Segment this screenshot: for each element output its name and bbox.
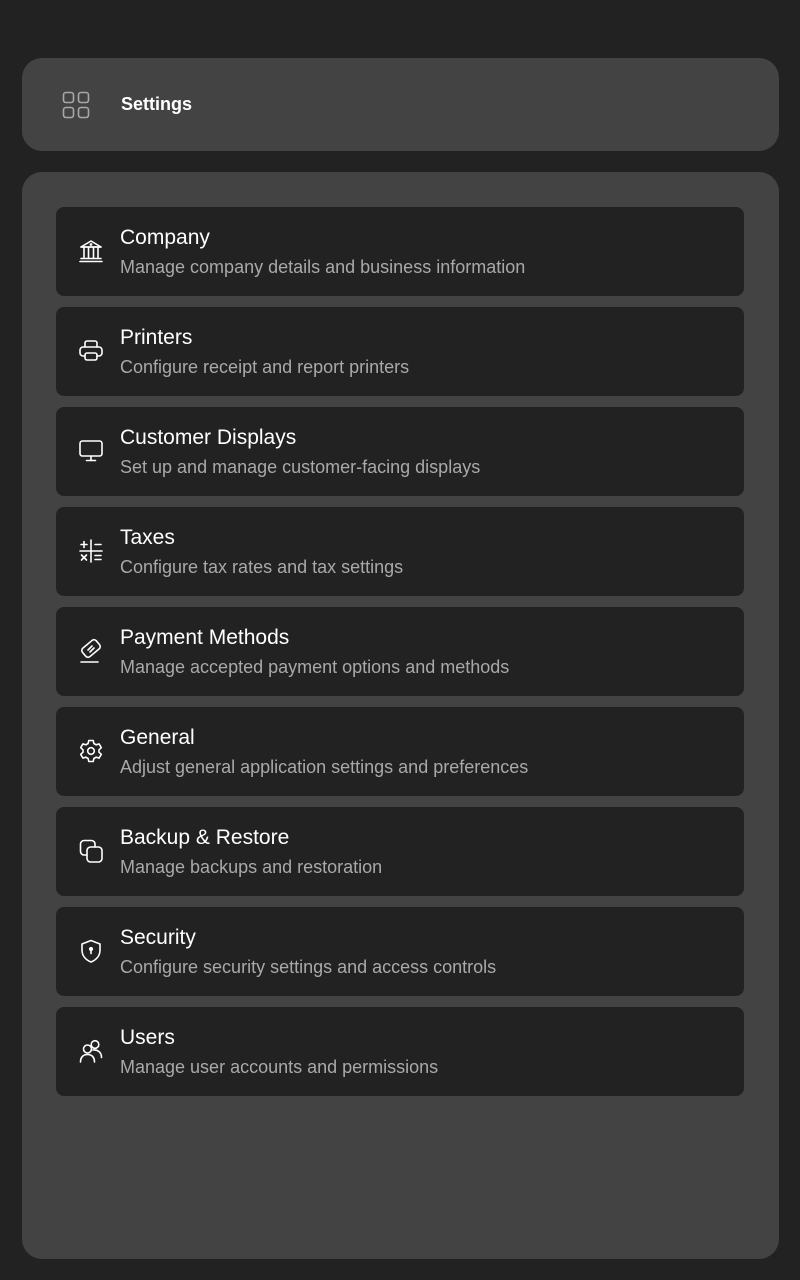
item-title: Printers: [120, 326, 193, 349]
item-description: Manage backups and restoration: [120, 857, 383, 877]
item-title: Company: [120, 226, 210, 249]
item-title: General: [120, 726, 195, 749]
monitor-icon: [78, 438, 104, 464]
payment-icon: [78, 638, 104, 664]
grid-icon: [62, 91, 90, 119]
item-title: Backup & Restore: [120, 826, 290, 849]
header-bar: Settings: [22, 58, 779, 151]
settings-item-general[interactable]: General Adjust general application setti…: [56, 707, 744, 796]
page-title: Settings: [121, 94, 193, 114]
item-description: Manage company details and business info…: [120, 257, 526, 277]
item-title: Payment Methods: [120, 626, 290, 649]
settings-item-backup-restore[interactable]: Backup & Restore Manage backups and rest…: [56, 807, 744, 896]
item-title: Security: [120, 926, 196, 949]
calculator-icon: [78, 538, 104, 564]
settings-item-customer-displays[interactable]: Customer Displays Set up and manage cust…: [56, 407, 744, 496]
settings-item-printers[interactable]: Printers Configure receipt and report pr…: [56, 307, 744, 396]
settings-item-taxes[interactable]: Taxes Configure tax rates and tax settin…: [56, 507, 744, 596]
item-description: Configure tax rates and tax settings: [120, 557, 404, 577]
users-icon: [78, 1038, 104, 1064]
copy-icon: [78, 838, 104, 864]
item-description: Adjust general application settings and …: [120, 757, 529, 777]
settings-item-payment-methods[interactable]: Payment Methods Manage accepted payment …: [56, 607, 744, 696]
item-title: Taxes: [120, 526, 175, 549]
item-description: Configure receipt and report printers: [120, 357, 410, 377]
settings-item-users[interactable]: Users Manage user accounts and permissio…: [56, 1007, 744, 1096]
settings-item-security[interactable]: Security Configure security settings and…: [56, 907, 744, 996]
gear-icon: [78, 738, 104, 764]
settings-panel: Company Manage company details and busin…: [22, 172, 779, 1259]
settings-list: Company Manage company details and busin…: [56, 207, 744, 1107]
item-description: Set up and manage customer-facing displa…: [120, 457, 481, 477]
item-description: Manage user accounts and permissions: [120, 1057, 439, 1077]
bank-icon: [78, 238, 104, 264]
shield-icon: [78, 938, 104, 964]
item-description: Manage accepted payment options and meth…: [120, 657, 510, 677]
item-description: Configure security settings and access c…: [120, 957, 497, 977]
item-title: Customer Displays: [120, 426, 297, 449]
printer-icon: [78, 338, 104, 364]
item-title: Users: [120, 1026, 175, 1049]
settings-item-company[interactable]: Company Manage company details and busin…: [56, 207, 744, 296]
